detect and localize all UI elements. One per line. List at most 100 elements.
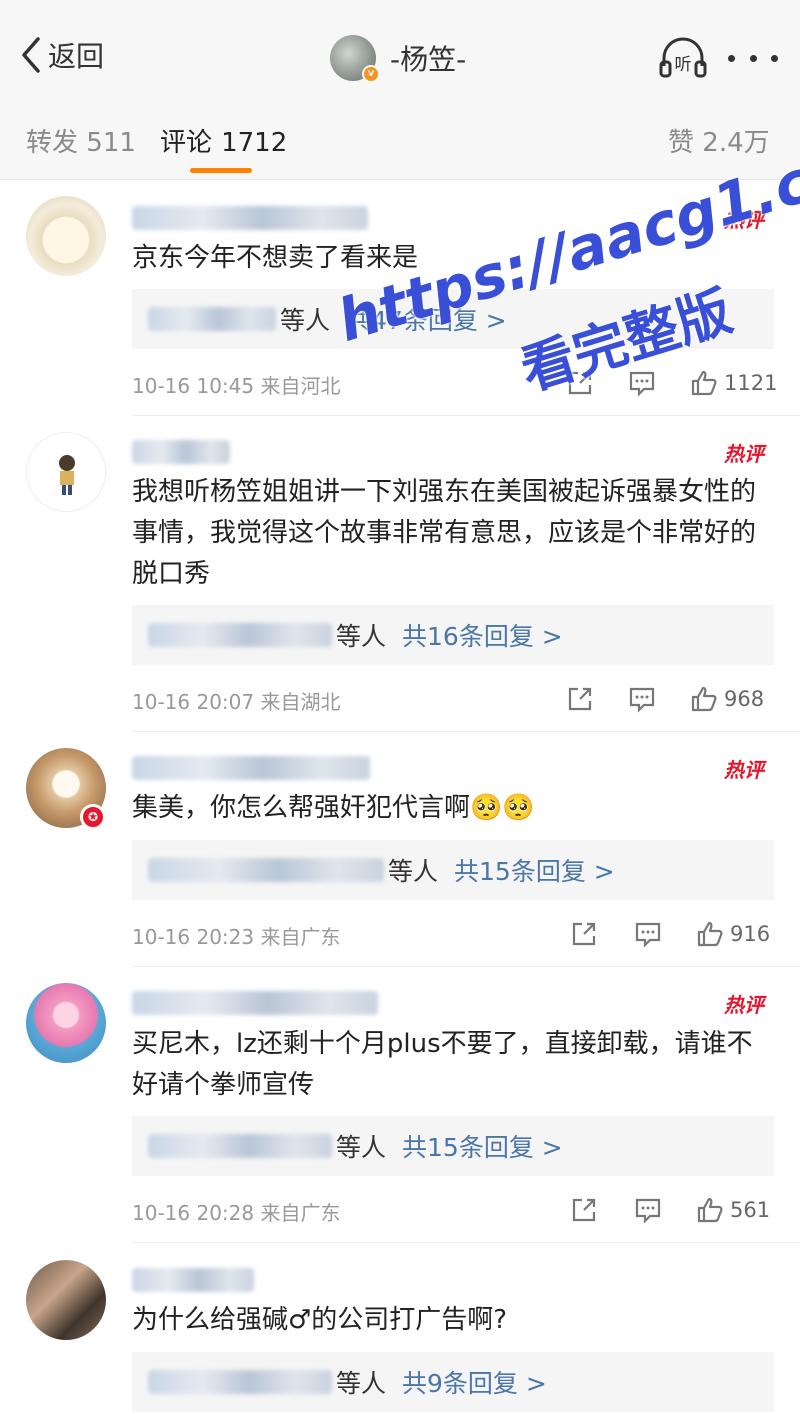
avatar[interactable] <box>26 1260 106 1340</box>
back-button[interactable]: 返回 <box>18 30 104 80</box>
reply-count-link[interactable]: 共15条回复 > <box>454 852 615 888</box>
reply-who: 等人 <box>388 857 439 886</box>
tab-count: 2.4万 <box>702 128 770 158</box>
tab-label: 评论 <box>160 128 213 158</box>
comment-meta: 10-16 20:07 来自湖北 <box>132 686 340 715</box>
like-count: 968 <box>724 687 765 711</box>
username-blurred[interactable] <box>132 440 230 464</box>
reply-preview[interactable]: 等人 共15条回复 > <box>132 840 774 900</box>
headphone-icon[interactable]: 听 <box>658 36 708 80</box>
comment-text: 为什么给强碱♂的公司打广告啊? <box>132 1305 508 1335</box>
reply-names-blurred <box>148 623 332 647</box>
back-label: 返回 <box>48 40 105 73</box>
comment-actions: 968 <box>560 682 774 716</box>
username-blurred[interactable] <box>132 206 368 230</box>
divider <box>132 415 800 416</box>
comment-meta: 10-16 20:28 来自广东 <box>132 1197 340 1226</box>
reply-names-blurred <box>148 307 276 331</box>
reply-count-link[interactable]: 共15条回复 > <box>402 1128 563 1164</box>
comment-time: 10-16 10:45 <box>132 374 255 398</box>
more-icon <box>728 54 735 62</box>
cartoon-figure-icon <box>59 455 75 495</box>
like-button[interactable]: 561 <box>696 1193 770 1227</box>
reply-count-link[interactable]: 共16条回复 > <box>402 617 563 653</box>
avatar[interactable] <box>26 196 106 276</box>
comment-time: 10-16 20:28 <box>132 1201 255 1225</box>
chevron-left-icon <box>22 37 40 73</box>
top-nav-bar: 返回 v -杨笠- 听 <box>0 0 800 100</box>
share-button[interactable] <box>570 1193 598 1227</box>
pleading-face-emoji: 🥺🥺 <box>470 793 535 823</box>
comment-meta: 10-16 10:45 来自河北 <box>132 370 340 399</box>
comment-location: 来自湖北 <box>260 690 341 714</box>
avatar: v <box>330 35 380 83</box>
share-icon <box>572 922 596 946</box>
hot-comment-badge: 热评 <box>724 442 764 466</box>
comment-button[interactable] <box>628 682 656 716</box>
like-icon <box>691 370 717 396</box>
comment-button[interactable] <box>634 917 662 951</box>
share-button[interactable] <box>570 917 598 951</box>
like-button[interactable]: 916 <box>696 917 770 951</box>
reply-count-link[interactable]: 共9条回复 > <box>402 1364 547 1400</box>
member-badge-icon: ✪ <box>80 804 106 830</box>
tab-bar: 转发 511 评论 1712 赞 2.4万 <box>0 100 800 180</box>
like-button[interactable]: 1121 <box>690 366 777 400</box>
comment-actions: 561 <box>560 1193 774 1227</box>
comment-text: 买尼木，lz还剩十个月plus不要了，直接卸载，请谁不好请个拳师宣传 <box>132 1029 753 1100</box>
share-button[interactable] <box>566 682 594 716</box>
comment-icon <box>629 687 655 713</box>
comment-button[interactable] <box>634 1193 662 1227</box>
like-count: 561 <box>730 1198 771 1222</box>
like-icon <box>691 686 717 712</box>
hot-comment-badge: 热评 <box>724 993 764 1017</box>
username-blurred[interactable] <box>132 756 370 780</box>
username-blurred[interactable] <box>132 1268 254 1292</box>
profile-title[interactable]: v -杨笠- <box>330 30 466 86</box>
tab-comments[interactable]: 评论 1712 <box>160 122 287 159</box>
comment-text: 集美，你怎么帮强奸犯代言啊🥺🥺 <box>132 788 772 829</box>
reply-preview[interactable]: 等人 共15条回复 > <box>132 1116 774 1176</box>
comment-time: 10-16 20:23 <box>132 925 255 949</box>
comment-text-body: 集美，你怎么帮强奸犯代言啊 <box>132 793 471 823</box>
comment-location: 来自广东 <box>260 1201 341 1225</box>
hot-comment-badge: 热评 <box>724 758 764 782</box>
comment-text: 我想听杨笠姐姐讲一下刘强东在美国被起诉强暴女性的事情，我觉得这个故事非常有意思，… <box>132 477 757 589</box>
reply-preview[interactable]: 等人 共9条回复 > <box>132 1352 774 1412</box>
listen-label: 听 <box>675 55 692 75</box>
like-icon <box>697 1197 723 1223</box>
reply-who: 等人 <box>336 1133 387 1162</box>
comment-meta: 10-16 20:23 来自广东 <box>132 921 340 950</box>
username-blurred[interactable] <box>132 991 378 1015</box>
reply-names-blurred <box>148 1370 332 1394</box>
tab-label: 转发 <box>26 128 79 158</box>
tab-label: 赞 <box>668 128 695 158</box>
tab-reposts[interactable]: 转发 511 <box>26 122 136 159</box>
reply-who: 等人 <box>336 1369 387 1398</box>
like-button[interactable]: 968 <box>690 682 764 716</box>
share-icon <box>572 1198 596 1222</box>
comment-icon <box>635 922 661 948</box>
like-count: 1121 <box>724 371 778 395</box>
divider <box>132 1242 800 1243</box>
tab-count: 1712 <box>221 128 288 158</box>
divider <box>132 966 800 967</box>
comment-location: 来自广东 <box>260 925 341 949</box>
reply-preview[interactable]: 等人 共16条回复 > <box>132 605 774 665</box>
tab-likes[interactable]: 赞 2.4万 <box>668 122 770 159</box>
comment-time: 10-16 20:07 <box>132 690 255 714</box>
tab-count: 511 <box>86 128 136 158</box>
comment-icon <box>635 1198 661 1224</box>
avatar[interactable] <box>26 432 106 512</box>
reply-names-blurred <box>148 1134 332 1158</box>
more-button[interactable] <box>728 40 778 76</box>
comment-actions: 916 <box>560 917 774 951</box>
page-title: -杨笠- <box>390 43 467 76</box>
share-icon <box>568 687 592 711</box>
active-tab-indicator <box>190 168 252 173</box>
avatar[interactable] <box>26 983 106 1063</box>
reply-who: 等人 <box>280 306 331 335</box>
divider <box>132 731 800 732</box>
like-count: 916 <box>730 922 771 946</box>
like-icon <box>697 921 723 947</box>
